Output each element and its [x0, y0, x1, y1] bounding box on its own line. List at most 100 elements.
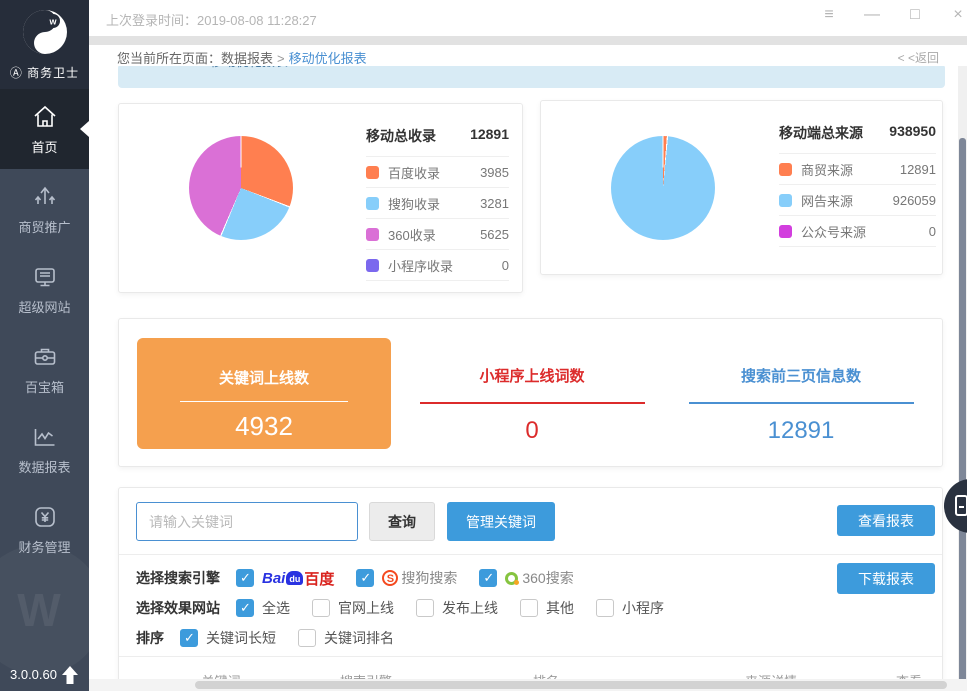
legend-mobile-index: 移动总收录 12891 百度收录 3985 搜狗收录 3281 360收录 56…	[366, 126, 509, 281]
sidebar-item-home[interactable]: 首页	[0, 89, 89, 169]
stat-value: 0	[402, 417, 662, 445]
legend-total: 12891	[470, 126, 509, 146]
last-login-text: 上次登录时间：2019-08-08 11:28:27	[106, 10, 317, 29]
checkbox-publish-online[interactable]	[416, 599, 434, 617]
checkbox-sogou[interactable]	[356, 569, 374, 587]
360-logo: 360搜索	[505, 568, 573, 588]
vertical-scrollbar-track[interactable]	[958, 66, 967, 679]
sort-option-label: 关键词排名	[324, 628, 394, 648]
active-item-notch	[80, 121, 89, 137]
sidebar-item-label: 超级网站	[0, 297, 89, 316]
window-close-icon[interactable]: ×	[949, 6, 967, 24]
sort-filter-row: 排序 关键词长短 关键词排名	[136, 626, 416, 650]
view-report-button[interactable]: 查看报表	[837, 505, 935, 536]
sort-option-label: 关键词长短	[206, 628, 276, 648]
monitor-icon	[31, 263, 59, 291]
stat-value: 12891	[671, 417, 931, 445]
sogou-s-icon: S	[382, 570, 398, 586]
window-controls: ≡ — □ ×	[820, 6, 967, 24]
checkbox-baidu[interactable]	[236, 569, 254, 587]
sort-label: 排序	[136, 628, 164, 648]
checkbox-other[interactable]	[520, 599, 538, 617]
site-option-label: 小程序	[622, 598, 664, 618]
sidebar-item-label: 首页	[0, 137, 89, 156]
baidu-logo: Bai du 百度	[262, 568, 334, 589]
legend-item[interactable]: 百度收录 3985	[366, 156, 509, 187]
360-ring-icon	[505, 572, 518, 585]
sogou-logo: S 搜狗搜索	[382, 568, 457, 588]
checkbox-360[interactable]	[479, 569, 497, 587]
checkbox-select-all[interactable]	[236, 599, 254, 617]
legend-item[interactable]: 商贸来源 12891	[779, 153, 936, 184]
breadcrumb-separator: >	[277, 51, 285, 66]
legend-swatch-icon	[366, 259, 379, 272]
sidebar-item-reports[interactable]: 数据报表	[0, 409, 89, 489]
stat-label: 搜索前三页信息数	[671, 365, 931, 386]
finance-yen-icon	[31, 503, 59, 531]
horizontal-scrollbar-track[interactable]	[89, 679, 967, 691]
sidebar-item-toolbox[interactable]: 百宝箱	[0, 329, 89, 409]
horizontal-scrollbar-thumb[interactable]	[195, 681, 947, 689]
legend-swatch-icon	[366, 197, 379, 210]
legend-swatch-icon	[366, 228, 379, 241]
card-mobile-index: 移动总收录 12891 百度收录 3985 搜狗收录 3281 360收录 56…	[118, 103, 523, 293]
toolbox-icon	[31, 343, 59, 371]
download-report-button[interactable]: 下载报表	[837, 563, 935, 594]
back-link[interactable]: < <返回	[898, 49, 939, 66]
window-menu-icon[interactable]: ≡	[820, 6, 838, 24]
keyword-input[interactable]	[136, 502, 358, 541]
breadcrumb-prefix: 您当前所在页面：数据报表	[117, 51, 273, 66]
main-content: 移动优化报表 移动总收录 12891 百度收录 3985 搜狗收录 3281	[89, 66, 958, 691]
legend-swatch-icon	[779, 225, 792, 238]
site-filter-label: 选择效果网站	[136, 598, 220, 618]
legend-item[interactable]: 搜狗收录 3281	[366, 187, 509, 218]
engine-filter-row: 选择搜索引擎 Bai du 百度 S 搜狗搜索 360搜索	[136, 566, 596, 590]
notice-bar: 移动优化报表	[118, 66, 945, 88]
manage-keywords-button[interactable]: 管理关键词	[447, 502, 555, 541]
checkbox-official-site[interactable]	[312, 599, 330, 617]
topbar-divider	[89, 36, 967, 45]
sidebar-item-website[interactable]: 超级网站	[0, 249, 89, 329]
checkbox-keyword-rank[interactable]	[298, 629, 316, 647]
stat-divider	[689, 402, 914, 404]
brand-name: Ⓐ 商务卫士	[0, 64, 89, 81]
legend-item[interactable]: 网告来源 926059	[779, 184, 936, 215]
sidebar: w Ⓐ 商务卫士 首页 商贸推广 超级网站	[0, 0, 89, 691]
title-bar: 上次登录时间：2019-08-08 11:28:27 ≡ — □ ×	[89, 0, 967, 36]
legend-title: 移动总收录	[366, 126, 436, 146]
pie-chart-mobile-sources	[611, 136, 715, 240]
site-option-label: 全选	[262, 598, 290, 618]
legend-total: 938950	[889, 123, 936, 143]
divider	[119, 554, 942, 555]
sidebar-item-label: 商贸推广	[0, 217, 89, 236]
window-minimize-icon[interactable]: —	[863, 6, 881, 24]
scroll-top-arrow-icon[interactable]	[61, 665, 79, 685]
vertical-scrollbar-thumb[interactable]	[959, 138, 966, 691]
breadcrumb: 您当前所在页面：数据报表>移动优化报表	[117, 48, 367, 67]
svg-text:w: w	[48, 17, 57, 27]
logo-block: w Ⓐ 商务卫士	[0, 0, 89, 89]
card-mobile-sources: 移动端总来源 938950 商贸来源 12891 网告来源 926059 公众号…	[540, 100, 943, 275]
chart-line-icon	[31, 423, 59, 451]
app-window: w Ⓐ 商务卫士 首页 商贸推广 超级网站	[0, 0, 967, 691]
app-logo-icon: w	[22, 9, 68, 55]
checkbox-miniprogram[interactable]	[596, 599, 614, 617]
window-maximize-icon[interactable]: □	[906, 6, 924, 24]
legend-item[interactable]: 公众号来源 0	[779, 215, 936, 246]
site-option-label: 官网上线	[338, 598, 394, 618]
legend-item[interactable]: 360收录 5625	[366, 218, 509, 249]
breadcrumb-bar: 您当前所在页面：数据报表 > 移动优化报表 < <返回	[89, 45, 967, 66]
version-label: 3.0.0.60	[10, 667, 57, 682]
legend-swatch-icon	[779, 194, 792, 207]
legend-title: 移动端总来源	[779, 123, 863, 143]
stat-miniprogram-words: 小程序上线词数 0	[402, 338, 662, 445]
query-button[interactable]: 查询	[369, 502, 435, 541]
checkbox-keyword-length[interactable]	[180, 629, 198, 647]
notice-clipped-text: 移动优化报表	[210, 66, 288, 70]
legend-swatch-icon	[366, 166, 379, 179]
breadcrumb-current-link[interactable]: 移动优化报表	[289, 51, 367, 66]
stat-divider	[180, 401, 348, 402]
legend-item[interactable]: 小程序收录 0	[366, 249, 509, 280]
site-filter-row: 选择效果网站 全选 官网上线 发布上线 其他 小程序	[136, 596, 686, 620]
sidebar-item-promotion[interactable]: 商贸推广	[0, 169, 89, 249]
